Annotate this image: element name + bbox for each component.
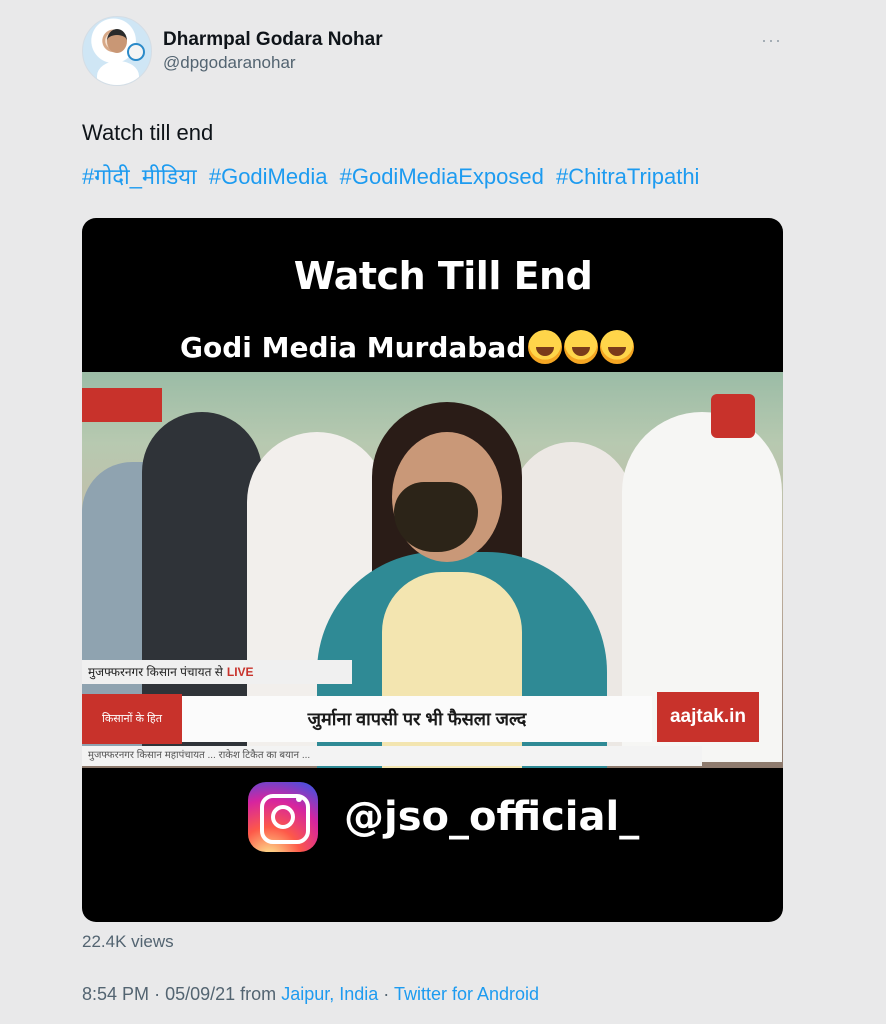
view-count: 22.4K views (82, 932, 174, 951)
live-strip: मुजफ्फरनगर किसान पंचायत से LIVE (82, 660, 352, 684)
hashtag-link[interactable]: #GodiMedia (209, 164, 328, 189)
avatar-shirt (97, 61, 139, 85)
avatar[interactable] (82, 16, 152, 86)
channel-tag-left (82, 388, 162, 422)
ticker-right: aajtak.in (657, 692, 759, 742)
source-link[interactable]: Twitter for Android (394, 984, 539, 1004)
hashtag-list: #गोदी_मीडिया #GodiMedia #GodiMediaExpose… (82, 162, 705, 192)
tweet-time[interactable]: 8:54 PM (82, 984, 149, 1004)
from-label: from (240, 984, 277, 1004)
instagram-icon (248, 782, 318, 852)
laughing-emoji-icon (564, 330, 599, 364)
avatar-badge-icon (127, 43, 145, 61)
author-display-name[interactable]: Dharmpal Godara Nohar (163, 28, 383, 52)
instagram-dot (296, 796, 302, 802)
hashtag-link[interactable]: #गोदी_मीडिया (82, 164, 197, 189)
location-link[interactable]: Jaipur, India (281, 984, 378, 1004)
meta-separator: · (383, 984, 390, 1004)
tweet: Dharmpal Godara Nohar @dpgodaranohar ···… (0, 0, 886, 1024)
channel-logo-icon (711, 394, 755, 438)
instagram-handle: @jso_official_ (344, 794, 640, 840)
author-handle[interactable]: @dpgodaranohar (163, 52, 383, 74)
live-label: LIVE (226, 665, 254, 679)
author-names: Dharmpal Godara Nohar @dpgodaranohar (163, 28, 383, 74)
laughing-emoji-icon (528, 330, 563, 364)
tweet-date[interactable]: 05/09/21 (165, 984, 235, 1004)
news-crawl: मुजफ्फरनगर किसान महापंचायत ... राकेश टिक… (82, 746, 702, 766)
tweet-text: Watch till end (82, 120, 214, 145)
more-icon[interactable]: ··· (761, 30, 782, 51)
ticker-headline: जुर्माना वापसी पर भी फैसला जल्द (182, 696, 652, 742)
meta-separator: · (154, 984, 161, 1004)
live-strip-text: मुजफ्फरनगर किसान पंचायत से (88, 665, 223, 679)
video-overlay-title: Watch Till End (293, 254, 593, 298)
laughing-emoji-icon (600, 330, 635, 364)
tweet-header: Dharmpal Godara Nohar @dpgodaranohar (82, 16, 383, 86)
ticker-left: किसानों के हित (82, 694, 182, 744)
video-overlay-subtitle: Godi Media Murdabad (180, 330, 635, 364)
video-overlay-subtitle-text: Godi Media Murdabad (180, 330, 527, 364)
tweet-meta: 8:54 PM · 05/09/21 from Jaipur, India · … (82, 984, 539, 1005)
hashtag-link[interactable]: #GodiMediaExposed (340, 164, 544, 189)
avatar-head (107, 29, 127, 53)
hashtag-link[interactable]: #ChitraTripathi (556, 164, 699, 189)
instagram-watermark: @jso_official_ (248, 782, 639, 852)
video-frame: मुजफ्फरनगर किसान पंचायत से LIVE किसानों क… (82, 372, 783, 768)
